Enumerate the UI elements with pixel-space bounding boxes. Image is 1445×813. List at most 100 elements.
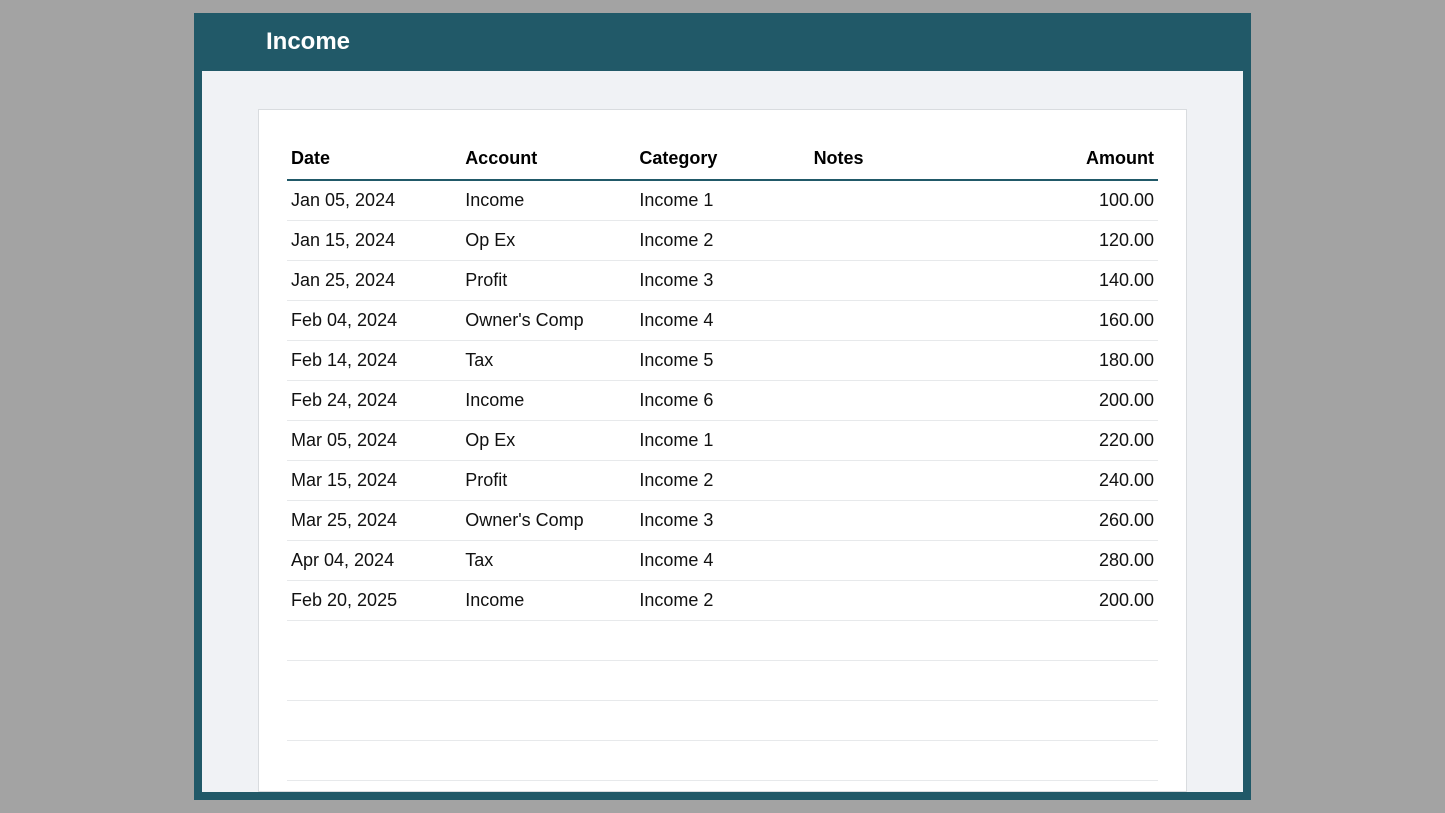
cell-empty xyxy=(287,621,461,661)
cell-account: Tax xyxy=(461,341,635,381)
cell-amount: 140.00 xyxy=(1027,261,1158,301)
income-table: Date Account Category Notes Amount Jan 0… xyxy=(287,142,1158,781)
cell-date: Jan 25, 2024 xyxy=(287,261,461,301)
cell-date: Mar 15, 2024 xyxy=(287,461,461,501)
table-row: Jan 15, 2024Op ExIncome 2 120.00 xyxy=(287,221,1158,261)
cell-date: Mar 05, 2024 xyxy=(287,421,461,461)
col-header-date: Date xyxy=(287,142,461,180)
table-row: Apr 04, 2024TaxIncome 4 280.00 xyxy=(287,541,1158,581)
col-header-account: Account xyxy=(461,142,635,180)
cell-empty xyxy=(1027,661,1158,701)
cell-empty xyxy=(1027,701,1158,741)
cell-empty xyxy=(461,701,635,741)
cell-amount: 120.00 xyxy=(1027,221,1158,261)
cell-notes xyxy=(810,461,1028,501)
cell-empty xyxy=(461,741,635,781)
table-header-row: Date Account Category Notes Amount xyxy=(287,142,1158,180)
cell-empty xyxy=(287,701,461,741)
cell-amount: 280.00 xyxy=(1027,541,1158,581)
cell-empty xyxy=(1027,741,1158,781)
table-row-empty xyxy=(287,701,1158,741)
cell-empty xyxy=(287,741,461,781)
cell-empty xyxy=(461,621,635,661)
cell-account: Profit xyxy=(461,461,635,501)
cell-date: Feb 04, 2024 xyxy=(287,301,461,341)
cell-empty xyxy=(810,661,1028,701)
cell-date: Feb 20, 2025 xyxy=(287,581,461,621)
cell-amount: 200.00 xyxy=(1027,581,1158,621)
table-row: Mar 25, 2024Owner's CompIncome 3 260.00 xyxy=(287,501,1158,541)
cell-notes xyxy=(810,421,1028,461)
cell-date: Feb 24, 2024 xyxy=(287,381,461,421)
cell-notes xyxy=(810,381,1028,421)
cell-category: Income 3 xyxy=(635,261,809,301)
table-row: Feb 04, 2024Owner's CompIncome 4 160.00 xyxy=(287,301,1158,341)
cell-account: Op Ex xyxy=(461,221,635,261)
table-row: Jan 25, 2024ProfitIncome 3 140.00 xyxy=(287,261,1158,301)
cell-amount: 220.00 xyxy=(1027,421,1158,461)
page-frame: Income Date Account Category Notes Amoun… xyxy=(194,13,1251,800)
cell-category: Income 4 xyxy=(635,301,809,341)
cell-date: Mar 25, 2024 xyxy=(287,501,461,541)
cell-amount: 100.00 xyxy=(1027,180,1158,221)
cell-category: Income 5 xyxy=(635,341,809,381)
cell-date: Jan 15, 2024 xyxy=(287,221,461,261)
cell-category: Income 2 xyxy=(635,221,809,261)
cell-account: Owner's Comp xyxy=(461,301,635,341)
cell-notes xyxy=(810,261,1028,301)
cell-empty xyxy=(287,661,461,701)
page-title: Income xyxy=(266,28,1251,56)
income-card: Date Account Category Notes Amount Jan 0… xyxy=(258,109,1187,792)
cell-empty xyxy=(810,741,1028,781)
cell-account: Income xyxy=(461,381,635,421)
cell-amount: 160.00 xyxy=(1027,301,1158,341)
cell-empty xyxy=(635,661,809,701)
cell-empty xyxy=(1027,621,1158,661)
table-row: Mar 05, 2024Op ExIncome 1220.00 xyxy=(287,421,1158,461)
table-row: Feb 20, 2025IncomeIncome 2 200.00 xyxy=(287,581,1158,621)
table-row: Feb 14, 2024TaxIncome 5 180.00 xyxy=(287,341,1158,381)
cell-account: Owner's Comp xyxy=(461,501,635,541)
cell-category: Income 1 xyxy=(635,180,809,221)
table-row: Jan 05, 2024IncomeIncome 1 100.00 xyxy=(287,180,1158,221)
table-row: Feb 24, 2024IncomeIncome 6 200.00 xyxy=(287,381,1158,421)
col-header-notes: Notes xyxy=(810,142,1028,180)
cell-notes xyxy=(810,221,1028,261)
cell-category: Income 3 xyxy=(635,501,809,541)
table-body: Jan 05, 2024IncomeIncome 1100.00Jan 15, … xyxy=(287,180,1158,781)
table-row-empty xyxy=(287,621,1158,661)
cell-notes xyxy=(810,180,1028,221)
cell-amount: 200.00 xyxy=(1027,381,1158,421)
col-header-category: Category xyxy=(635,142,809,180)
cell-account: Tax xyxy=(461,541,635,581)
content-area: Date Account Category Notes Amount Jan 0… xyxy=(202,71,1243,792)
col-header-amount: Amount xyxy=(1027,142,1158,180)
cell-empty xyxy=(635,701,809,741)
cell-notes xyxy=(810,581,1028,621)
cell-notes xyxy=(810,301,1028,341)
cell-empty xyxy=(810,621,1028,661)
cell-amount: 180.00 xyxy=(1027,341,1158,381)
cell-category: Income 4 xyxy=(635,541,809,581)
cell-category: Income 1 xyxy=(635,421,809,461)
cell-notes xyxy=(810,541,1028,581)
table-row: Mar 15, 2024ProfitIncome 2 240.00 xyxy=(287,461,1158,501)
cell-category: Income 6 xyxy=(635,381,809,421)
cell-date: Feb 14, 2024 xyxy=(287,341,461,381)
cell-category: Income 2 xyxy=(635,581,809,621)
cell-category: Income 2 xyxy=(635,461,809,501)
cell-date: Jan 05, 2024 xyxy=(287,180,461,221)
cell-notes xyxy=(810,341,1028,381)
cell-empty xyxy=(461,661,635,701)
cell-account: Profit xyxy=(461,261,635,301)
cell-date: Apr 04, 2024 xyxy=(287,541,461,581)
table-row-empty xyxy=(287,661,1158,701)
cell-empty xyxy=(635,621,809,661)
cell-amount: 240.00 xyxy=(1027,461,1158,501)
cell-amount: 260.00 xyxy=(1027,501,1158,541)
table-row-empty xyxy=(287,741,1158,781)
cell-empty xyxy=(810,701,1028,741)
header-bar: Income xyxy=(194,13,1251,71)
cell-account: Income xyxy=(461,581,635,621)
cell-account: Income xyxy=(461,180,635,221)
